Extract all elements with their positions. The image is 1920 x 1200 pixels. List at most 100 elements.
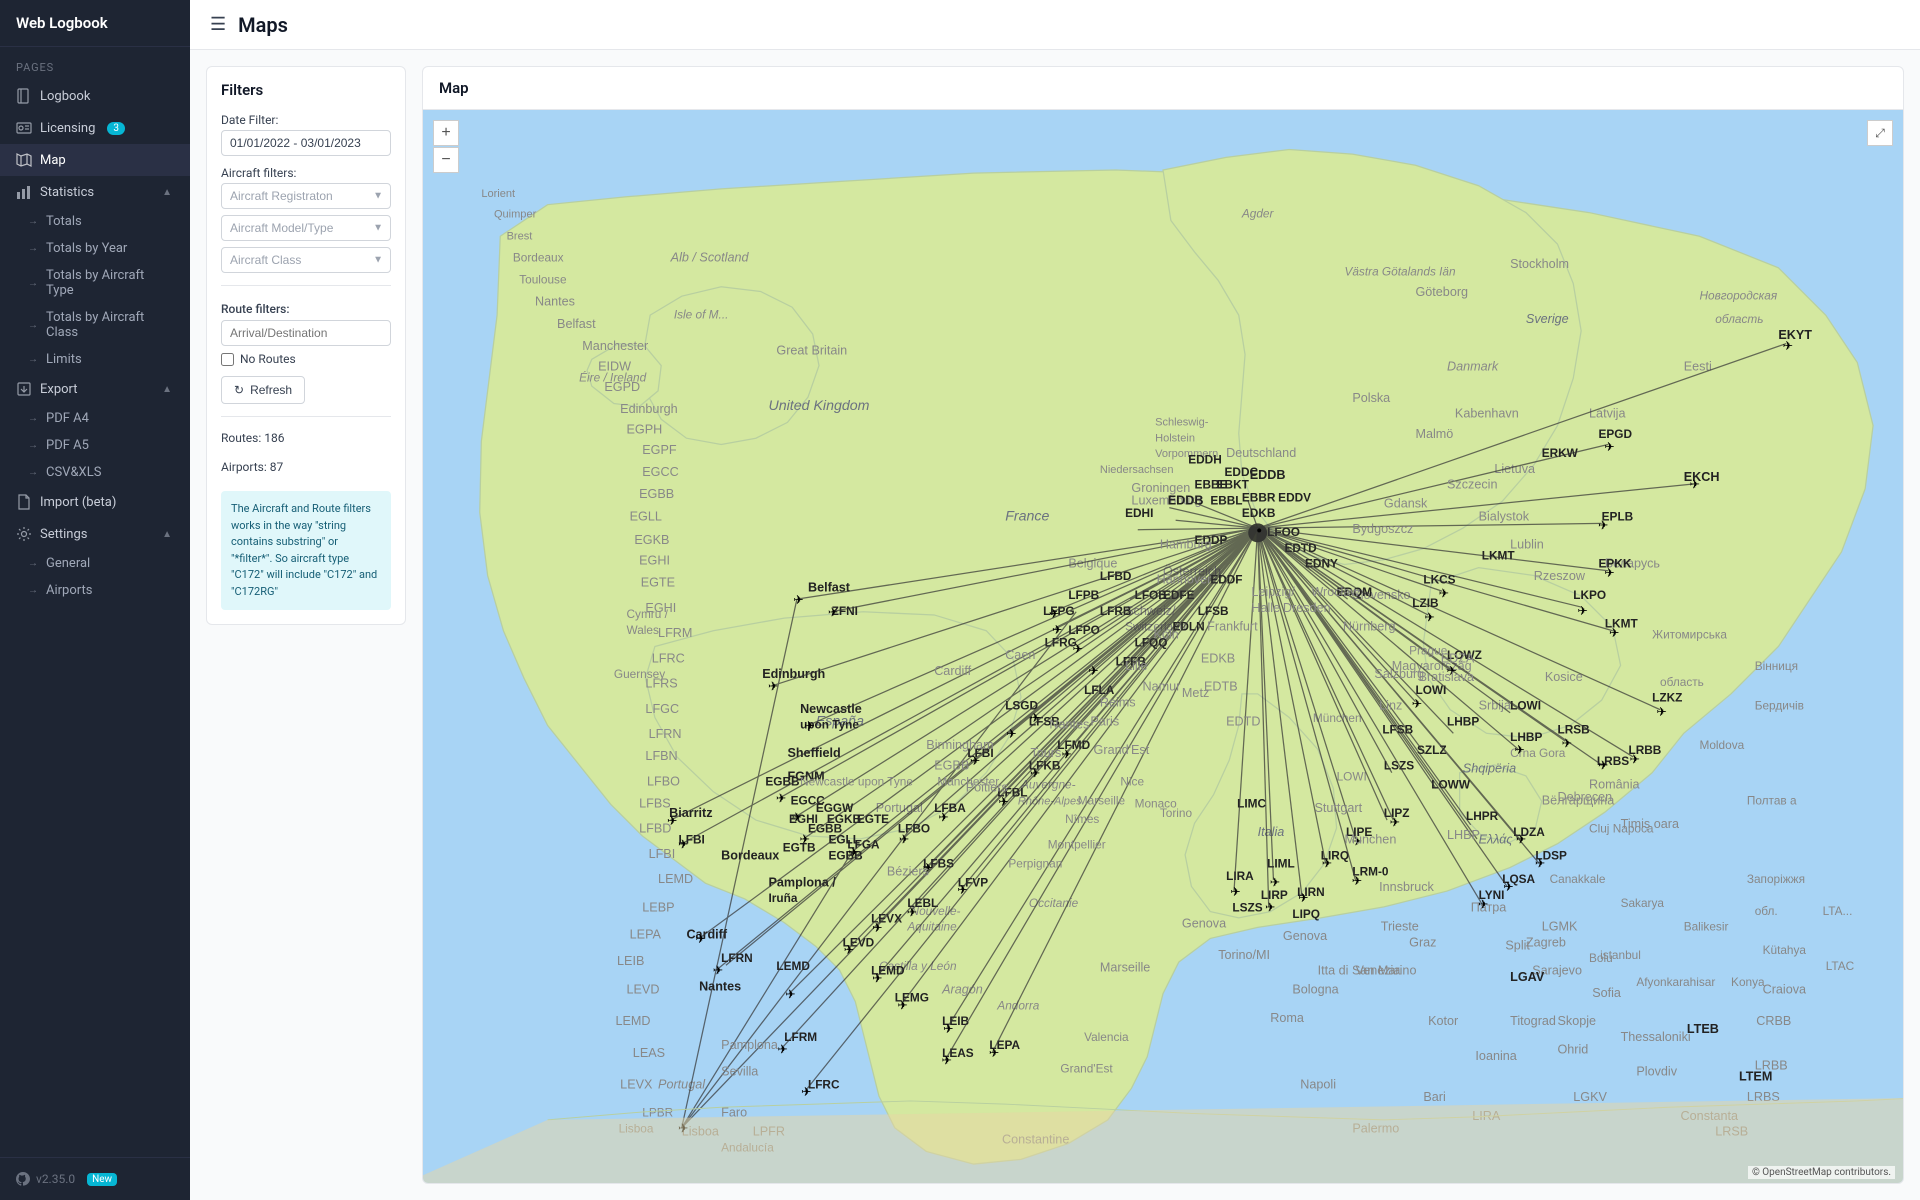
sidebar-sub-airports[interactable]: → Airports <box>0 577 190 604</box>
zoom-out-button[interactable]: − <box>433 147 459 173</box>
idcard-icon <box>16 120 32 136</box>
sidebar-item-statistics[interactable]: Statistics ▲ <box>0 176 190 208</box>
svg-text:Quimper: Quimper <box>494 208 537 220</box>
svg-text:✈: ✈ <box>1439 587 1450 601</box>
svg-text:Bratislava: Bratislava <box>1419 670 1475 684</box>
sidebar-label-logbook: Logbook <box>40 89 90 104</box>
date-filter-input[interactable] <box>221 130 391 156</box>
menu-icon[interactable]: ☰ <box>210 14 226 35</box>
svg-text:Nantes: Nantes <box>535 295 575 309</box>
svg-text:Вінниця: Вінниця <box>1755 659 1798 673</box>
sidebar-sub-pdf-a4[interactable]: → PDF A4 <box>0 405 190 432</box>
svg-text:LTAC: LTAC <box>1826 959 1855 973</box>
no-routes-row: No Routes <box>221 352 391 366</box>
svg-text:CRBB: CRBB <box>1756 1014 1791 1028</box>
svg-text:✈: ✈ <box>998 795 1009 809</box>
svg-text:EBBR: EBBR <box>1242 490 1276 504</box>
svg-text:LZKZ: LZKZ <box>1652 691 1682 705</box>
aircraft-model-select[interactable]: Aircraft Model/Type <box>221 215 391 241</box>
svg-text:Aragón: Aragón <box>941 983 983 997</box>
svg-text:✈: ✈ <box>695 932 706 946</box>
svg-text:EGPH: EGPH <box>627 422 663 436</box>
svg-text:Brest: Brest <box>507 230 533 242</box>
version-text: v2.35.0 <box>36 1172 75 1186</box>
svg-text:Cluj Napoca: Cluj Napoca <box>1589 822 1654 836</box>
aircraft-class-select[interactable]: Aircraft Class <box>221 247 391 273</box>
svg-text:Isle of M...: Isle of M... <box>674 307 729 321</box>
route-filters-label: Route filters: <box>221 302 391 316</box>
svg-text:EGHI: EGHI <box>645 601 676 615</box>
sidebar-sub-limits[interactable]: → Limits <box>0 346 190 373</box>
svg-text:Linz: Linz <box>1379 699 1402 713</box>
sidebar-item-export[interactable]: Export ▲ <box>0 373 190 405</box>
svg-text:✈: ✈ <box>1503 880 1514 894</box>
svg-text:Agder: Agder <box>1241 206 1275 220</box>
content-area: Filters Date Filter: Aircraft filters: A… <box>190 50 1920 1200</box>
svg-text:Bydgoszcz: Bydgoszcz <box>1352 522 1413 536</box>
svg-text:EDDC: EDDC <box>1225 465 1259 479</box>
svg-text:✈: ✈ <box>804 719 815 733</box>
svg-text:LIMC: LIMC <box>1237 796 1266 810</box>
svg-text:LEVX: LEVX <box>620 1077 653 1091</box>
svg-text:France: France <box>1005 508 1049 524</box>
arrow-icon: → <box>28 585 38 596</box>
sidebar-sub-pdf-a5[interactable]: → PDF A5 <box>0 432 190 459</box>
svg-text:Sofia: Sofia <box>1592 986 1622 1000</box>
sub-label-limits: Limits <box>46 352 82 367</box>
svg-text:✈: ✈ <box>938 811 949 825</box>
svg-text:LTA...: LTA... <box>1823 904 1853 918</box>
svg-text:✈: ✈ <box>801 1085 812 1099</box>
svg-text:EDHI: EDHI <box>1125 506 1153 520</box>
sidebar-item-map[interactable]: Map <box>0 144 190 176</box>
svg-text:LFGC: LFGC <box>645 702 679 716</box>
sidebar-sub-csv-xls[interactable]: → CSV&XLS <box>0 459 190 486</box>
map-title: Map <box>423 67 1903 110</box>
svg-text:Roma: Roma <box>1270 1011 1305 1025</box>
settings-expand-icon: ▲ <box>162 529 172 540</box>
svg-text:LGAV: LGAV <box>1510 970 1545 984</box>
svg-text:Lille: Lille <box>1125 659 1147 673</box>
sidebar-item-licensing[interactable]: Licensing 3 <box>0 112 190 144</box>
expand-map-button[interactable]: ⤢ <box>1867 120 1893 146</box>
svg-text:LIRA: LIRA <box>1226 869 1254 883</box>
sidebar-sub-totals-by-type[interactable]: → Totals by Aircraft Type <box>0 262 190 304</box>
sidebar-sub-general[interactable]: → General <box>0 550 190 577</box>
aircraft-registration-select[interactable]: Aircraft Registraton <box>221 183 391 209</box>
sidebar-item-import[interactable]: Import (beta) <box>0 486 190 518</box>
svg-text:Danmark: Danmark <box>1447 359 1499 373</box>
sidebar-sub-totals-by-class[interactable]: → Totals by Aircraft Class <box>0 304 190 346</box>
sidebar-sub-totals[interactable]: → Totals <box>0 208 190 235</box>
no-routes-checkbox[interactable] <box>221 353 234 366</box>
svg-text:✈: ✈ <box>1073 642 1084 656</box>
svg-text:✈: ✈ <box>792 811 803 825</box>
svg-text:✈: ✈ <box>942 1054 953 1068</box>
svg-text:Birmingham: Birmingham <box>926 738 993 752</box>
svg-text:Grand'Est: Grand'Est <box>1060 1062 1113 1076</box>
svg-text:LFRM: LFRM <box>784 1030 817 1044</box>
svg-text:LFBI: LFBI <box>649 847 676 861</box>
sidebar-item-logbook[interactable]: Logbook <box>0 80 190 112</box>
map-icon <box>16 152 32 168</box>
svg-text:Lublin: Lublin <box>1510 538 1544 552</box>
svg-text:EGHI: EGHI <box>639 553 670 567</box>
svg-text:✈: ✈ <box>1030 711 1041 725</box>
svg-text:Новгородская: Новгородская <box>1700 288 1778 302</box>
sidebar-sub-totals-by-year[interactable]: → Totals by Year <box>0 235 190 262</box>
refresh-button[interactable]: ↻ Refresh <box>221 376 305 404</box>
svg-text:Genova: Genova <box>1182 916 1227 930</box>
svg-text:✈: ✈ <box>1598 759 1609 773</box>
statistics-expand-icon: ▲ <box>162 187 172 198</box>
sidebar: Web Logbook Pages Logbook Licensing 3 Ma… <box>0 0 190 1200</box>
main-content: ☰ Maps Filters Date Filter: Aircraft fil… <box>190 0 1920 1200</box>
divider <box>221 416 391 417</box>
svg-text:EGLL: EGLL <box>630 509 662 523</box>
arrival-destination-input[interactable] <box>221 320 391 346</box>
svg-text:Newcastle upon Tyne: Newcastle upon Tyne <box>800 774 913 788</box>
svg-text:Thessaloniki: Thessaloniki <box>1621 1030 1691 1044</box>
arrow-icon: → <box>28 440 38 451</box>
svg-text:Innsbruck: Innsbruck <box>1379 880 1434 894</box>
sidebar-item-settings[interactable]: Settings ▲ <box>0 518 190 550</box>
svg-text:EDDB: EDDB <box>1168 493 1204 507</box>
zoom-in-button[interactable]: + <box>433 120 459 146</box>
svg-text:Marseille: Marseille <box>1078 793 1126 807</box>
